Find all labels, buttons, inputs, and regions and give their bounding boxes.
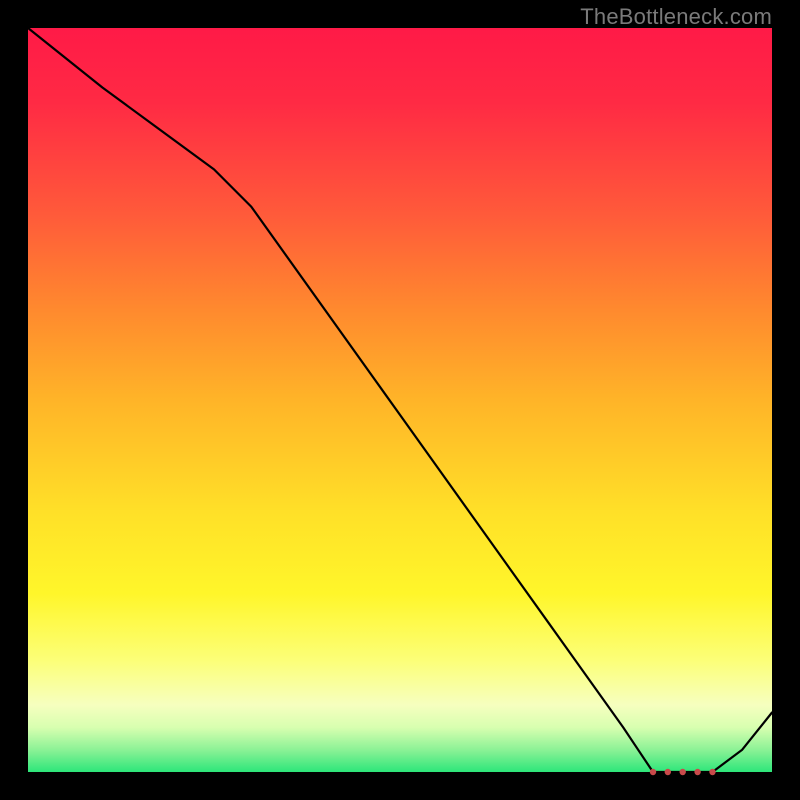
plot-area: [28, 28, 772, 772]
chart-marker: [709, 769, 715, 775]
chart-marker: [680, 769, 686, 775]
chart-stage: TheBottleneck.com: [0, 0, 800, 800]
watermark-text: TheBottleneck.com: [580, 4, 772, 30]
chart-marker: [694, 769, 700, 775]
chart-marker: [650, 769, 656, 775]
chart-marker: [665, 769, 671, 775]
chart-line: [28, 28, 772, 772]
chart-svg: [28, 28, 772, 772]
